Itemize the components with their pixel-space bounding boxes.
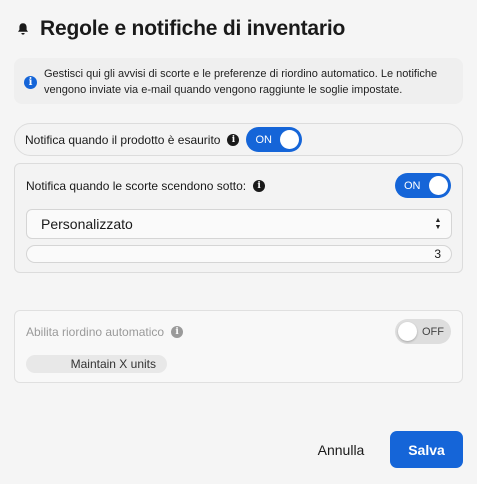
toggle-knob <box>398 322 417 341</box>
info-icon[interactable]: i <box>253 179 266 192</box>
dialog-header: Regole e notifiche di inventario <box>16 16 345 42</box>
dialog-title: Regole e notifiche di inventario <box>40 17 346 40</box>
low-stock-label: Notifica quando le scorte scendono sotto… <box>26 178 247 193</box>
low-stock-setting: Notifica quando le scorte scendono sotto… <box>26 173 451 198</box>
info-icon[interactable]: i <box>227 133 240 146</box>
save-button[interactable]: Salva <box>390 431 463 468</box>
auto-reorder-setting: Abilita riordino automatico i OFF <box>26 319 451 344</box>
out-of-stock-label: Notifica quando il prodotto è esaurito <box>25 132 221 147</box>
auto-reorder-card: Abilita riordino automatico i OFF Mainta… <box>14 310 463 383</box>
threshold-input[interactable]: 3 <box>26 245 452 263</box>
info-text: Gestisci qui gli avvisi di scorte e le p… <box>44 68 438 96</box>
select-arrows-icon: ▲ ▼ <box>434 217 442 231</box>
toggle-knob <box>280 130 300 149</box>
cancel-button[interactable]: Annulla <box>306 433 376 466</box>
toggle-label: ON <box>404 179 421 192</box>
low-stock-card: Notifica quando le scorte scendono sotto… <box>14 163 463 273</box>
info-banner: i Gestisci qui gli avvisi di scorte e le… <box>14 58 463 104</box>
info-icon: i <box>24 76 37 89</box>
low-stock-toggle[interactable]: ON <box>395 173 451 198</box>
reorder-strategy-chip[interactable]: Maintain X units <box>26 355 167 373</box>
toggle-label: OFF <box>422 325 444 338</box>
toggle-knob <box>429 176 448 195</box>
bell-icon <box>18 23 28 35</box>
toggle-label: ON <box>255 133 272 146</box>
select-value: Personalizzato <box>41 216 133 232</box>
info-icon[interactable]: i <box>171 325 184 338</box>
threshold-type-select[interactable]: Personalizzato ▲ ▼ <box>26 209 452 239</box>
out-of-stock-toggle[interactable]: ON <box>246 127 303 152</box>
auto-reorder-label: Abilita riordino automatico <box>26 324 165 339</box>
auto-reorder-toggle[interactable]: OFF <box>395 319 451 344</box>
out-of-stock-setting: Notifica quando il prodotto è esaurito i… <box>14 123 463 156</box>
